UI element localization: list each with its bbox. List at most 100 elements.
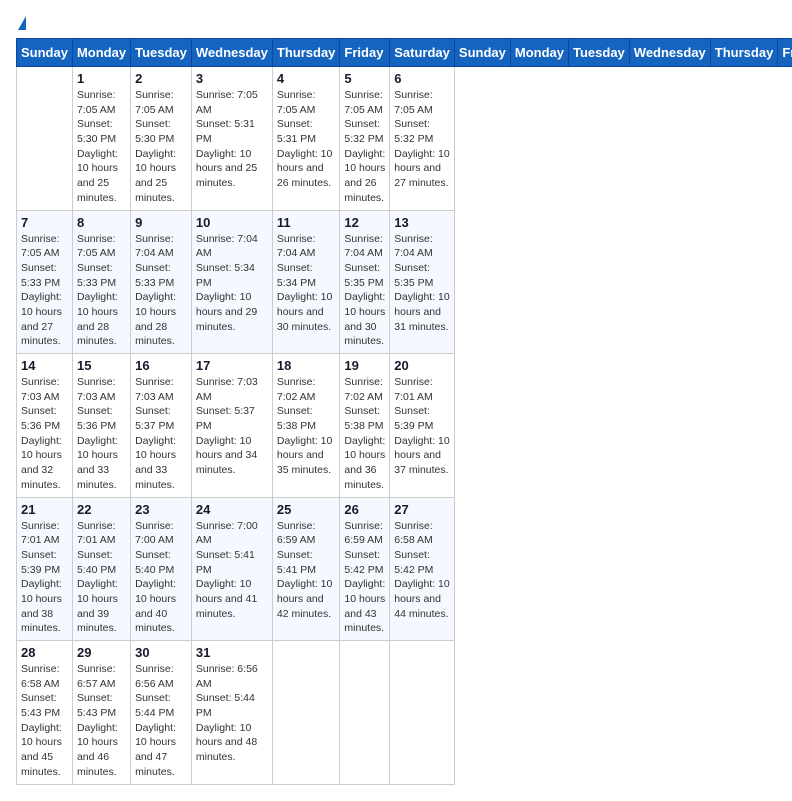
- calendar-cell: 12 Sunrise: 7:04 AMSunset: 5:35 PMDayligh…: [340, 210, 390, 354]
- day-info: Sunrise: 7:04 AMSunset: 5:33 PMDaylight:…: [135, 232, 187, 350]
- day-info: Sunrise: 6:58 AMSunset: 5:43 PMDaylight:…: [21, 662, 68, 780]
- col-header-tuesday: Tuesday: [131, 39, 192, 67]
- day-info: Sunrise: 7:04 AMSunset: 5:35 PMDaylight:…: [344, 232, 385, 350]
- calendar-cell: 17 Sunrise: 7:03 AMSunset: 5:37 PMDayligh…: [191, 354, 272, 498]
- day-number: 6: [394, 71, 450, 86]
- day-info: Sunrise: 7:02 AMSunset: 5:38 PMDaylight:…: [344, 375, 385, 493]
- calendar-cell: 26Sunrise: 6:59 AMSunset: 5:42 PMDayligh…: [340, 497, 390, 641]
- calendar-cell: 19 Sunrise: 7:02 AMSunset: 5:38 PMDayligh…: [340, 354, 390, 498]
- day-number: 12: [344, 215, 385, 230]
- day-number: 7: [21, 215, 68, 230]
- day-info: Sunrise: 7:05 AMSunset: 5:31 PMDaylight:…: [277, 88, 336, 191]
- calendar-cell: 13 Sunrise: 7:04 AMSunset: 5:35 PMDayligh…: [390, 210, 455, 354]
- day-info: Sunrise: 7:02 AMSunset: 5:38 PMDaylight:…: [277, 375, 336, 478]
- day-number: 26: [344, 502, 385, 517]
- day-number: 29: [77, 645, 126, 660]
- day-number: 13: [394, 215, 450, 230]
- day-number: 9: [135, 215, 187, 230]
- calendar-cell: 9 Sunrise: 7:04 AMSunset: 5:33 PMDaylight…: [131, 210, 192, 354]
- day-info: Sunrise: 6:56 AMSunset: 5:44 PMDaylight:…: [135, 662, 187, 780]
- col-header-thursday: Thursday: [272, 39, 340, 67]
- day-info: Sunrise: 6:58 AMSunset: 5:42 PMDaylight:…: [394, 519, 450, 622]
- calendar-header-row: SundayMondayTuesdayWednesdayThursdayFrid…: [17, 39, 792, 67]
- col-header-monday: Monday: [510, 39, 568, 67]
- calendar-cell: 23 Sunrise: 7:00 AMSunset: 5:40 PMDayligh…: [131, 497, 192, 641]
- calendar-cell: 1Sunrise: 7:05 AMSunset: 5:30 PMDaylight…: [72, 67, 130, 211]
- calendar-cell: 30Sunrise: 6:56 AMSunset: 5:44 PMDayligh…: [131, 641, 192, 785]
- calendar-cell: 22Sunrise: 7:01 AMSunset: 5:40 PMDayligh…: [72, 497, 130, 641]
- day-info: Sunrise: 7:01 AMSunset: 5:40 PMDaylight:…: [77, 519, 126, 637]
- calendar-week-0: 1Sunrise: 7:05 AMSunset: 5:30 PMDaylight…: [17, 67, 792, 211]
- calendar-cell: 29 Sunrise: 6:57 AMSunset: 5:43 PMDayligh…: [72, 641, 130, 785]
- day-info: Sunrise: 7:05 AMSunset: 5:33 PMDaylight:…: [21, 232, 68, 350]
- col-header-wednesday: Wednesday: [629, 39, 710, 67]
- col-header-wednesday: Wednesday: [191, 39, 272, 67]
- day-number: 11: [277, 215, 336, 230]
- day-number: 19: [344, 358, 385, 373]
- calendar-cell: 28 Sunrise: 6:58 AMSunset: 5:43 PMDayligh…: [17, 641, 73, 785]
- calendar-week-4: 28 Sunrise: 6:58 AMSunset: 5:43 PMDayligh…: [17, 641, 792, 785]
- day-info: Sunrise: 7:01 AMSunset: 5:39 PMDaylight:…: [21, 519, 68, 637]
- calendar-cell: 7 Sunrise: 7:05 AMSunset: 5:33 PMDaylight…: [17, 210, 73, 354]
- calendar-cell: 20 Sunrise: 7:01 AMSunset: 5:39 PMDayligh…: [390, 354, 455, 498]
- calendar-cell: 16 Sunrise: 7:03 AMSunset: 5:37 PMDayligh…: [131, 354, 192, 498]
- day-number: 28: [21, 645, 68, 660]
- day-info: Sunrise: 6:57 AMSunset: 5:43 PMDaylight:…: [77, 662, 126, 780]
- day-number: 16: [135, 358, 187, 373]
- day-number: 24: [196, 502, 268, 517]
- calendar-cell: [340, 641, 390, 785]
- calendar-cell: [17, 67, 73, 211]
- day-number: 31: [196, 645, 268, 660]
- calendar-cell: 3 Sunrise: 7:05 AMSunset: 5:31 PMDaylight…: [191, 67, 272, 211]
- calendar-cell: 14 Sunrise: 7:03 AMSunset: 5:36 PMDayligh…: [17, 354, 73, 498]
- day-number: 23: [135, 502, 187, 517]
- day-info: Sunrise: 7:03 AMSunset: 5:37 PMDaylight:…: [135, 375, 187, 493]
- day-info: Sunrise: 7:05 AMSunset: 5:30 PMDaylight:…: [77, 88, 126, 206]
- day-number: 3: [196, 71, 268, 86]
- col-header-saturday: Saturday: [390, 39, 455, 67]
- day-number: 4: [277, 71, 336, 86]
- calendar-week-1: 7 Sunrise: 7:05 AMSunset: 5:33 PMDaylight…: [17, 210, 792, 354]
- calendar-week-2: 14 Sunrise: 7:03 AMSunset: 5:36 PMDayligh…: [17, 354, 792, 498]
- day-number: 14: [21, 358, 68, 373]
- calendar-table: SundayMondayTuesdayWednesdayThursdayFrid…: [16, 38, 792, 785]
- day-info: Sunrise: 6:59 AMSunset: 5:41 PMDaylight:…: [277, 519, 336, 622]
- col-header-monday: Monday: [72, 39, 130, 67]
- day-number: 17: [196, 358, 268, 373]
- calendar-cell: 10Sunrise: 7:04 AMSunset: 5:34 PMDayligh…: [191, 210, 272, 354]
- day-info: Sunrise: 7:05 AMSunset: 5:31 PMDaylight:…: [196, 88, 268, 191]
- calendar-cell: 25 Sunrise: 6:59 AMSunset: 5:41 PMDayligh…: [272, 497, 340, 641]
- calendar-cell: 15Sunrise: 7:03 AMSunset: 5:36 PMDayligh…: [72, 354, 130, 498]
- calendar-cell: [272, 641, 340, 785]
- day-number: 20: [394, 358, 450, 373]
- day-info: Sunrise: 7:05 AMSunset: 5:33 PMDaylight:…: [77, 232, 126, 350]
- calendar-week-3: 21 Sunrise: 7:01 AMSunset: 5:39 PMDayligh…: [17, 497, 792, 641]
- day-number: 21: [21, 502, 68, 517]
- calendar-cell: 31 Sunrise: 6:56 AMSunset: 5:44 PMDayligh…: [191, 641, 272, 785]
- col-header-tuesday: Tuesday: [569, 39, 630, 67]
- calendar-cell: 6Sunrise: 7:05 AMSunset: 5:32 PMDaylight…: [390, 67, 455, 211]
- day-info: Sunrise: 6:56 AMSunset: 5:44 PMDaylight:…: [196, 662, 268, 765]
- day-number: 25: [277, 502, 336, 517]
- logo-triangle-icon: [18, 16, 26, 30]
- day-number: 10: [196, 215, 268, 230]
- day-info: Sunrise: 7:01 AMSunset: 5:39 PMDaylight:…: [394, 375, 450, 478]
- day-number: 2: [135, 71, 187, 86]
- day-info: Sunrise: 7:04 AMSunset: 5:34 PMDaylight:…: [277, 232, 336, 335]
- day-info: Sunrise: 7:00 AMSunset: 5:41 PMDaylight:…: [196, 519, 268, 622]
- day-info: Sunrise: 7:00 AMSunset: 5:40 PMDaylight:…: [135, 519, 187, 637]
- day-info: Sunrise: 7:03 AMSunset: 5:37 PMDaylight:…: [196, 375, 268, 478]
- day-info: Sunrise: 7:03 AMSunset: 5:36 PMDaylight:…: [21, 375, 68, 493]
- calendar-cell: 8 Sunrise: 7:05 AMSunset: 5:33 PMDaylight…: [72, 210, 130, 354]
- col-header-friday: Friday: [340, 39, 390, 67]
- day-info: Sunrise: 7:04 AMSunset: 5:35 PMDaylight:…: [394, 232, 450, 335]
- col-header-thursday: Thursday: [710, 39, 778, 67]
- calendar-cell: 4 Sunrise: 7:05 AMSunset: 5:31 PMDaylight…: [272, 67, 340, 211]
- col-header-sunday: Sunday: [17, 39, 73, 67]
- day-number: 18: [277, 358, 336, 373]
- day-number: 15: [77, 358, 126, 373]
- col-header-friday: Friday: [778, 39, 792, 67]
- day-info: Sunrise: 7:05 AMSunset: 5:30 PMDaylight:…: [135, 88, 187, 206]
- calendar-cell: 11 Sunrise: 7:04 AMSunset: 5:34 PMDayligh…: [272, 210, 340, 354]
- day-number: 8: [77, 215, 126, 230]
